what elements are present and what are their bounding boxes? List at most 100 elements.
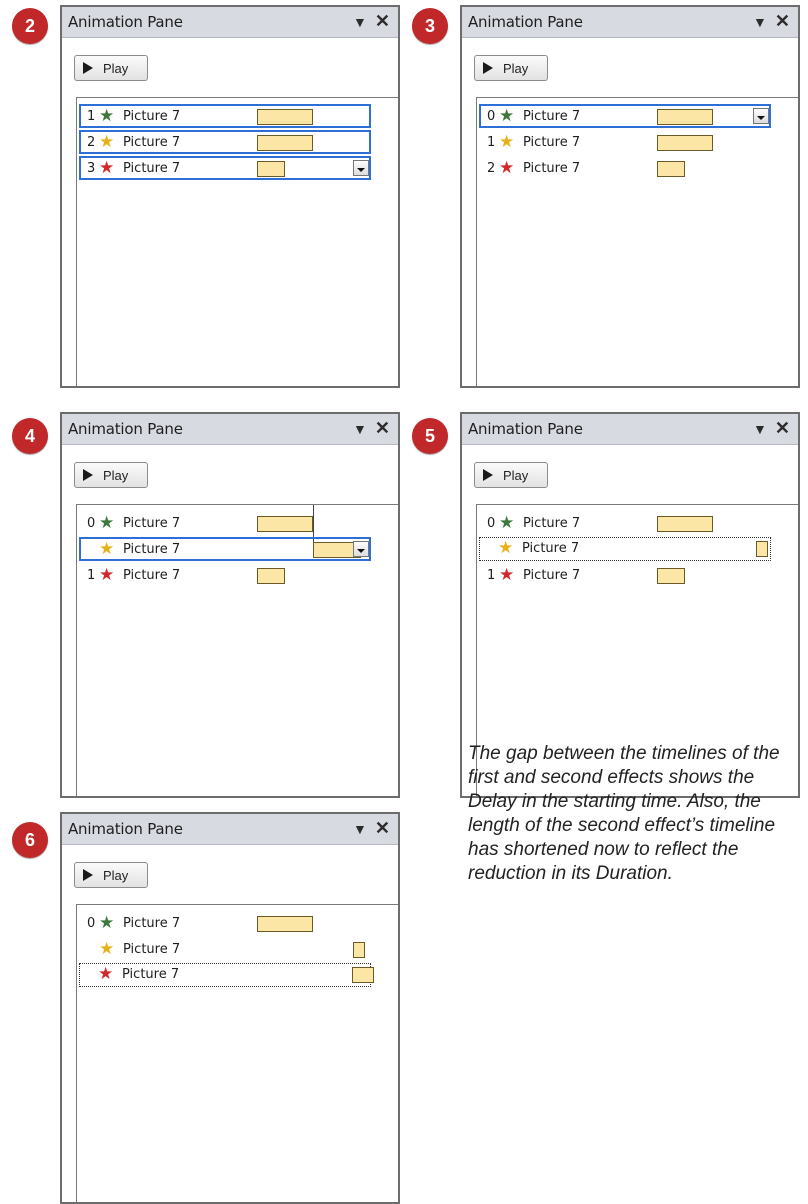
pane-title-bar: Animation Pane ▼ ✕	[462, 7, 798, 38]
close-icon[interactable]: ✕	[375, 818, 390, 839]
timeline-bar[interactable]	[657, 516, 713, 532]
item-label: Picture 7	[523, 516, 581, 531]
pane-title-bar: Animation Pane ▼ ✕	[62, 414, 398, 445]
animation-pane: Animation Pane ▼ ✕ Play 1 ★ Picture 7 2 ★ Pic…	[60, 5, 400, 388]
timeline-bar[interactable]	[257, 568, 285, 584]
pane-title: Animation Pane	[68, 13, 183, 31]
animation-item[interactable]: 1 ★ Picture 7	[479, 563, 771, 587]
item-label: Picture 7	[523, 568, 581, 583]
gold-star-effect-icon: ★	[99, 132, 115, 151]
red-star-effect-icon: ★	[499, 158, 515, 177]
timeline-bar[interactable]	[257, 916, 313, 932]
pane-title: Animation Pane	[468, 420, 583, 438]
dropdown-arrow-icon[interactable]	[753, 108, 769, 124]
play-label: Play	[103, 867, 129, 883]
step-badge: 4	[12, 418, 48, 454]
step-badge: 2	[12, 8, 48, 44]
item-order-number: 0	[87, 916, 96, 931]
dropdown-arrow-icon[interactable]	[353, 160, 369, 176]
animation-item[interactable]: ★ Picture 7	[79, 537, 371, 561]
dropdown-arrow-icon[interactable]	[353, 541, 369, 557]
animation-list: 0 ★ Picture 7 1 ★ Picture 7 2 ★ Picture 7	[476, 97, 798, 386]
item-label: Picture 7	[122, 967, 180, 982]
animation-item[interactable]: 2 ★ Picture 7	[479, 156, 771, 180]
gold-star-effect-icon: ★	[498, 538, 514, 557]
animation-list: 0 ★ Picture 7 ★ Picture 7 1 ★ Picture 7	[76, 504, 398, 796]
item-label: Picture 7	[523, 109, 581, 124]
timeline-bar[interactable]	[657, 568, 685, 584]
timeline-bar[interactable]	[257, 516, 313, 532]
play-button[interactable]: Play	[74, 462, 148, 488]
item-order-number: 1	[487, 135, 496, 150]
menu-dropdown-icon[interactable]: ▼	[353, 14, 367, 30]
item-label: Picture 7	[123, 109, 181, 124]
gold-star-effect-icon: ★	[99, 939, 115, 958]
timeline-bar[interactable]	[657, 135, 713, 151]
animation-item[interactable]: ★ Picture 7	[479, 537, 771, 561]
close-icon[interactable]: ✕	[375, 418, 390, 439]
item-order-number: 0	[487, 516, 496, 531]
red-star-effect-icon: ★	[98, 964, 114, 983]
play-icon	[83, 469, 93, 481]
close-icon[interactable]: ✕	[375, 11, 390, 32]
item-label: Picture 7	[123, 135, 181, 150]
animation-item[interactable]: 3 ★ Picture 7	[79, 156, 371, 180]
item-order-number: 1	[487, 568, 496, 583]
timeline-bar[interactable]	[257, 161, 285, 177]
item-label: Picture 7	[123, 916, 181, 931]
menu-dropdown-icon[interactable]: ▼	[353, 421, 367, 437]
pane-title-bar: Animation Pane ▼ ✕	[62, 814, 398, 845]
timeline-bar[interactable]	[756, 541, 768, 557]
animation-item[interactable]: 2 ★ Picture 7	[79, 130, 371, 154]
animation-item[interactable]: 1 ★ Picture 7	[479, 130, 771, 154]
item-order-number: 2	[487, 161, 496, 176]
timeline-bar[interactable]	[352, 967, 374, 983]
step-badge: 3	[412, 8, 448, 44]
item-label: Picture 7	[522, 541, 580, 556]
item-order-number: 1	[87, 109, 96, 124]
play-button[interactable]: Play	[474, 462, 548, 488]
red-star-effect-icon: ★	[499, 565, 515, 584]
timeline-bar[interactable]	[657, 109, 713, 125]
play-label: Play	[103, 60, 129, 76]
play-icon	[83, 869, 93, 881]
animation-item[interactable]: ★ Picture 7	[79, 963, 374, 987]
animation-pane: Animation Pane ▼ ✕ Play 0 ★ Picture 7 ★ Pict…	[60, 412, 400, 798]
animation-item[interactable]: 0 ★ Picture 7	[479, 511, 771, 535]
timeline-bar[interactable]	[657, 161, 685, 177]
timeline-bar[interactable]	[257, 109, 313, 125]
animation-item[interactable]: 1 ★ Picture 7	[79, 563, 371, 587]
play-label: Play	[103, 467, 129, 483]
play-button[interactable]: Play	[74, 862, 148, 888]
item-label: Picture 7	[123, 161, 181, 176]
timeline-bar[interactable]	[257, 135, 313, 151]
close-icon[interactable]: ✕	[775, 11, 790, 32]
menu-dropdown-icon[interactable]: ▼	[753, 14, 767, 30]
red-star-effect-icon: ★	[99, 565, 115, 584]
item-order-number: 0	[87, 516, 96, 531]
item-label: Picture 7	[123, 542, 181, 557]
green-star-effect-icon: ★	[499, 106, 515, 125]
play-button[interactable]: Play	[74, 55, 148, 81]
close-icon[interactable]: ✕	[775, 418, 790, 439]
animation-item[interactable]: ★ Picture 7	[79, 937, 371, 961]
play-icon	[83, 62, 93, 74]
pane-title-bar: Animation Pane ▼ ✕	[62, 7, 398, 38]
item-label: Picture 7	[123, 942, 181, 957]
item-order-number: 2	[87, 135, 96, 150]
menu-dropdown-icon[interactable]: ▼	[753, 421, 767, 437]
play-button[interactable]: Play	[474, 55, 548, 81]
pane-title: Animation Pane	[68, 820, 183, 838]
animation-item[interactable]: 0 ★ Picture 7	[479, 104, 771, 128]
step-badge: 5	[412, 418, 448, 454]
animation-list: 1 ★ Picture 7 2 ★ Picture 7 3 ★ Picture 7	[76, 97, 398, 386]
animation-item[interactable]: 0 ★ Picture 7	[79, 511, 371, 535]
animation-item[interactable]: 0 ★ Picture 7	[79, 911, 371, 935]
item-label: Picture 7	[123, 568, 181, 583]
timeline-bar[interactable]	[353, 942, 365, 958]
menu-dropdown-icon[interactable]: ▼	[353, 821, 367, 837]
animation-list: 0 ★ Picture 7 ★ Picture 7 ★ Picture 7	[76, 904, 398, 1202]
red-star-effect-icon: ★	[99, 158, 115, 177]
animation-item[interactable]: 1 ★ Picture 7	[79, 104, 371, 128]
green-star-effect-icon: ★	[99, 513, 115, 532]
